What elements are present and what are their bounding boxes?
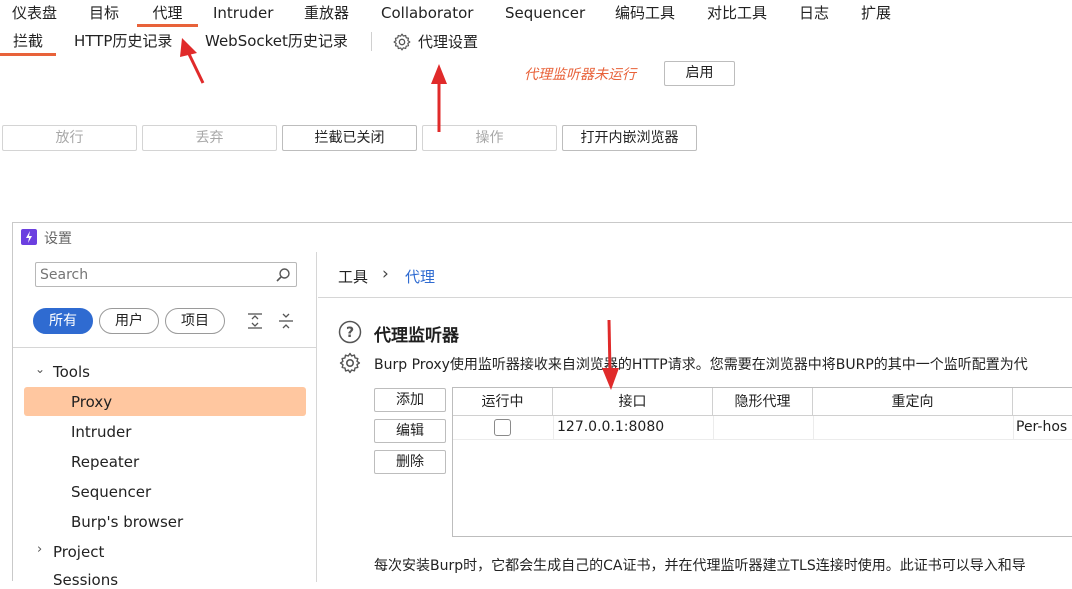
annotation-arrows <box>180 38 619 390</box>
arrow-http-history <box>180 38 205 84</box>
arrow-interface-column <box>602 319 619 390</box>
arrow-proxy-settings <box>431 64 447 132</box>
